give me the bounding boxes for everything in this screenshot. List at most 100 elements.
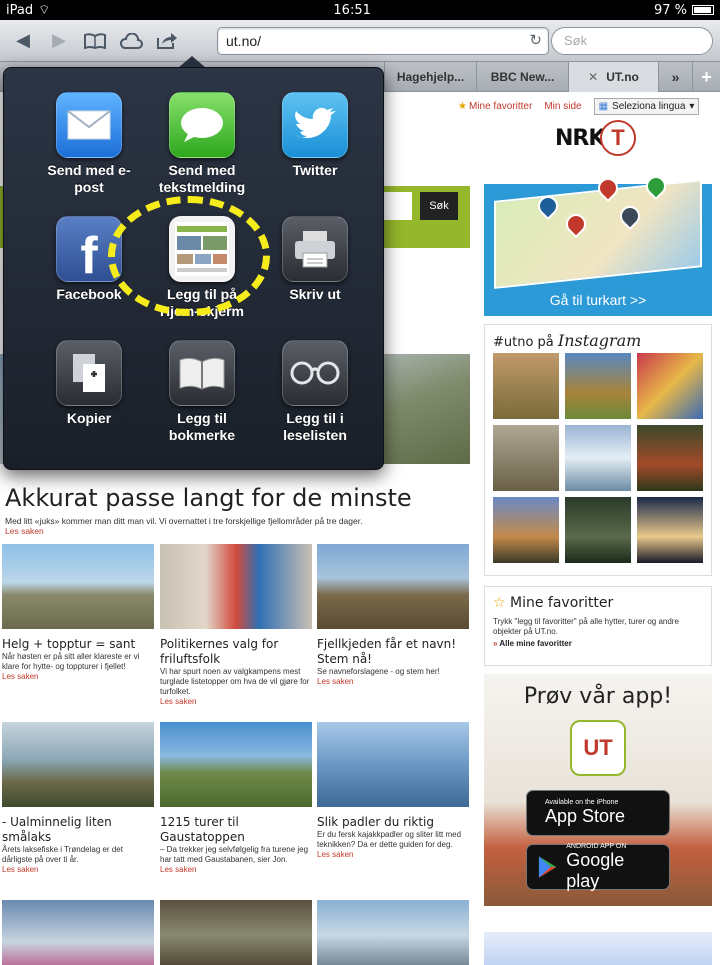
article-image[interactable] xyxy=(160,722,312,807)
site-search-button[interactable]: Søk xyxy=(420,192,458,220)
feature-headline[interactable]: Akkurat passe langt for de minste xyxy=(5,484,412,512)
my-page-link[interactable]: Min side xyxy=(544,101,581,112)
bookmarks-icon[interactable] xyxy=(80,26,110,56)
article-image[interactable] xyxy=(160,544,312,629)
reading-list-icon xyxy=(282,340,348,406)
article-title[interactable]: - Ualminnelig liten smålaks xyxy=(2,815,154,845)
star-icon: ☆ xyxy=(493,595,506,611)
language-label: Seleziona lingua xyxy=(612,101,686,112)
feature-lede: Med litt «juks» kommer man ditt man vil.… xyxy=(5,516,465,536)
favorites-link[interactable]: » Alle mine favoritter xyxy=(493,639,703,648)
article-title[interactable]: Helg + topptur = sant xyxy=(2,637,154,652)
article-card[interactable]: Politikernes valg for friluftsfolk Vi ha… xyxy=(160,544,312,707)
mail-icon xyxy=(56,92,122,158)
instagram-photo[interactable] xyxy=(637,497,703,563)
dnt-logo[interactable]: T xyxy=(600,120,636,156)
share-twitter[interactable]: Twitter xyxy=(260,92,370,179)
instagram-photo[interactable] xyxy=(493,425,559,491)
article-title[interactable]: Slik padler du riktig xyxy=(317,815,469,830)
article-image[interactable] xyxy=(317,544,469,629)
article-card[interactable]: Fjellkjeden får et navn! Stem nå! Se nav… xyxy=(317,544,469,687)
read-more-link[interactable]: Les saken xyxy=(5,526,465,536)
instagram-photo[interactable] xyxy=(565,425,631,491)
message-icon xyxy=(169,92,235,158)
bottom-promo[interactable] xyxy=(484,932,712,965)
status-bar: iPad ⌔ 16:51 97 % xyxy=(0,0,720,20)
reload-icon[interactable]: ↻ xyxy=(529,31,542,49)
chevron-down-icon: ▾ xyxy=(689,101,695,112)
close-tab-icon[interactable]: ✕ xyxy=(588,70,598,84)
more-tabs-icon[interactable]: » xyxy=(658,62,692,92)
map-link[interactable]: Gå til turkart >> xyxy=(484,292,712,308)
app-promo-title: Prøv vår app! xyxy=(523,684,673,709)
share-print[interactable]: Skriv ut xyxy=(260,216,370,303)
article-image[interactable] xyxy=(317,722,469,807)
share-reading-list[interactable]: Legg til i leselisten xyxy=(260,340,370,444)
play-icon xyxy=(538,856,557,878)
tab-utno-label: UT.no xyxy=(606,70,639,84)
map-graphic xyxy=(494,179,702,289)
read-more-link[interactable]: Les saken xyxy=(317,850,469,860)
clock: 16:51 xyxy=(333,2,371,18)
article-title[interactable]: 1215 turer til Gaustatoppen xyxy=(160,815,312,845)
read-more-link[interactable]: Les saken xyxy=(317,677,469,687)
search-input[interactable]: Søk xyxy=(551,27,713,55)
address-bar[interactable]: ut.no/ ↻ xyxy=(217,27,549,55)
icloud-icon[interactable] xyxy=(116,26,146,56)
instagram-photo[interactable] xyxy=(637,353,703,419)
instagram-photo[interactable] xyxy=(565,353,631,419)
tab-utno[interactable]: ✕ UT.no xyxy=(568,62,658,92)
instagram-photo[interactable] xyxy=(493,497,559,563)
article-image[interactable] xyxy=(160,900,312,965)
article-card[interactable]: - Ualminnelig liten smålaks Årets laksef… xyxy=(2,722,154,875)
share-label: Twitter xyxy=(292,162,338,178)
instagram-photo[interactable] xyxy=(565,497,631,563)
favorites-link[interactable]: ★ Mine favoritter xyxy=(458,101,532,112)
article-card[interactable]: 1215 turer til Gaustatoppen – Da trekker… xyxy=(160,722,312,875)
read-more-link[interactable]: Les saken xyxy=(2,672,154,682)
language-select[interactable]: ▦ Seleziona lingua ▾ xyxy=(593,98,700,115)
twitter-icon xyxy=(282,92,348,158)
instagram-logo-text: Instagram xyxy=(557,331,642,350)
article-image[interactable] xyxy=(2,900,154,965)
app-store-label: App Store xyxy=(545,806,626,826)
nrk-logo[interactable]: NRK xyxy=(555,126,605,151)
new-tab-icon[interactable]: + xyxy=(692,62,720,92)
article-desc: – Da trekker jeg selvfølgelig fra turene… xyxy=(160,845,309,864)
copy-icon xyxy=(56,340,122,406)
article-card[interactable]: Helg + topptur = sant Når høsten er på s… xyxy=(2,544,154,682)
read-more-link[interactable]: Les saken xyxy=(160,865,312,875)
article-desc: Årets laksefiske i Trøndelag er det dårl… xyxy=(2,845,123,864)
instagram-grid xyxy=(493,353,703,563)
share-bookmark[interactable]: Legg til bokmerke xyxy=(147,340,257,444)
app-store-button[interactable]: Available on the iPhone App Store xyxy=(526,790,670,836)
favorites-heading: ☆ Mine favoritter xyxy=(493,595,614,611)
instagram-photo[interactable] xyxy=(637,425,703,491)
read-more-link[interactable]: Les saken xyxy=(160,697,312,707)
article-title[interactable]: Politikernes valg for friluftsfolk xyxy=(160,637,312,667)
tab-hagehjelp[interactable]: Hagehjelp... xyxy=(384,62,476,92)
article-title[interactable]: Fjellkjeden får et navn! Stem nå! xyxy=(317,637,469,667)
article-image[interactable] xyxy=(2,544,154,629)
bookmark-icon xyxy=(169,340,235,406)
article-card[interactable]: Slik padler du riktig Er du fersk kajakk… xyxy=(317,722,469,860)
play-label: Google play xyxy=(566,849,625,891)
forward-icon[interactable]: ▶ xyxy=(44,26,74,56)
tab-bbc[interactable]: BBC New... xyxy=(476,62,568,92)
share-copy[interactable]: Kopier xyxy=(34,340,144,427)
instagram-photo[interactable] xyxy=(493,353,559,419)
google-play-button[interactable]: ANDROID APP ON Google play xyxy=(526,843,670,891)
share-email[interactable]: Send med e-post xyxy=(34,92,144,196)
article-desc: Vi har spurt noen av valgkampens mest tu… xyxy=(160,667,310,696)
read-more-link[interactable]: Les saken xyxy=(2,865,154,875)
share-icon[interactable] xyxy=(152,26,182,56)
trail-map-promo[interactable]: Gå til turkart >> xyxy=(484,171,712,316)
article-desc: Se navneforslagene - og stem her! xyxy=(317,667,440,676)
article-image[interactable] xyxy=(2,722,154,807)
back-icon[interactable]: ◀ xyxy=(8,26,38,56)
article-desc: Når høsten er på sitt aller klareste er … xyxy=(2,652,140,671)
share-message[interactable]: Send med tekstmelding xyxy=(147,92,257,196)
app-store-small: Available on the iPhone xyxy=(545,799,619,806)
translate-icon: ▦ xyxy=(598,101,609,112)
article-image[interactable] xyxy=(317,900,469,965)
